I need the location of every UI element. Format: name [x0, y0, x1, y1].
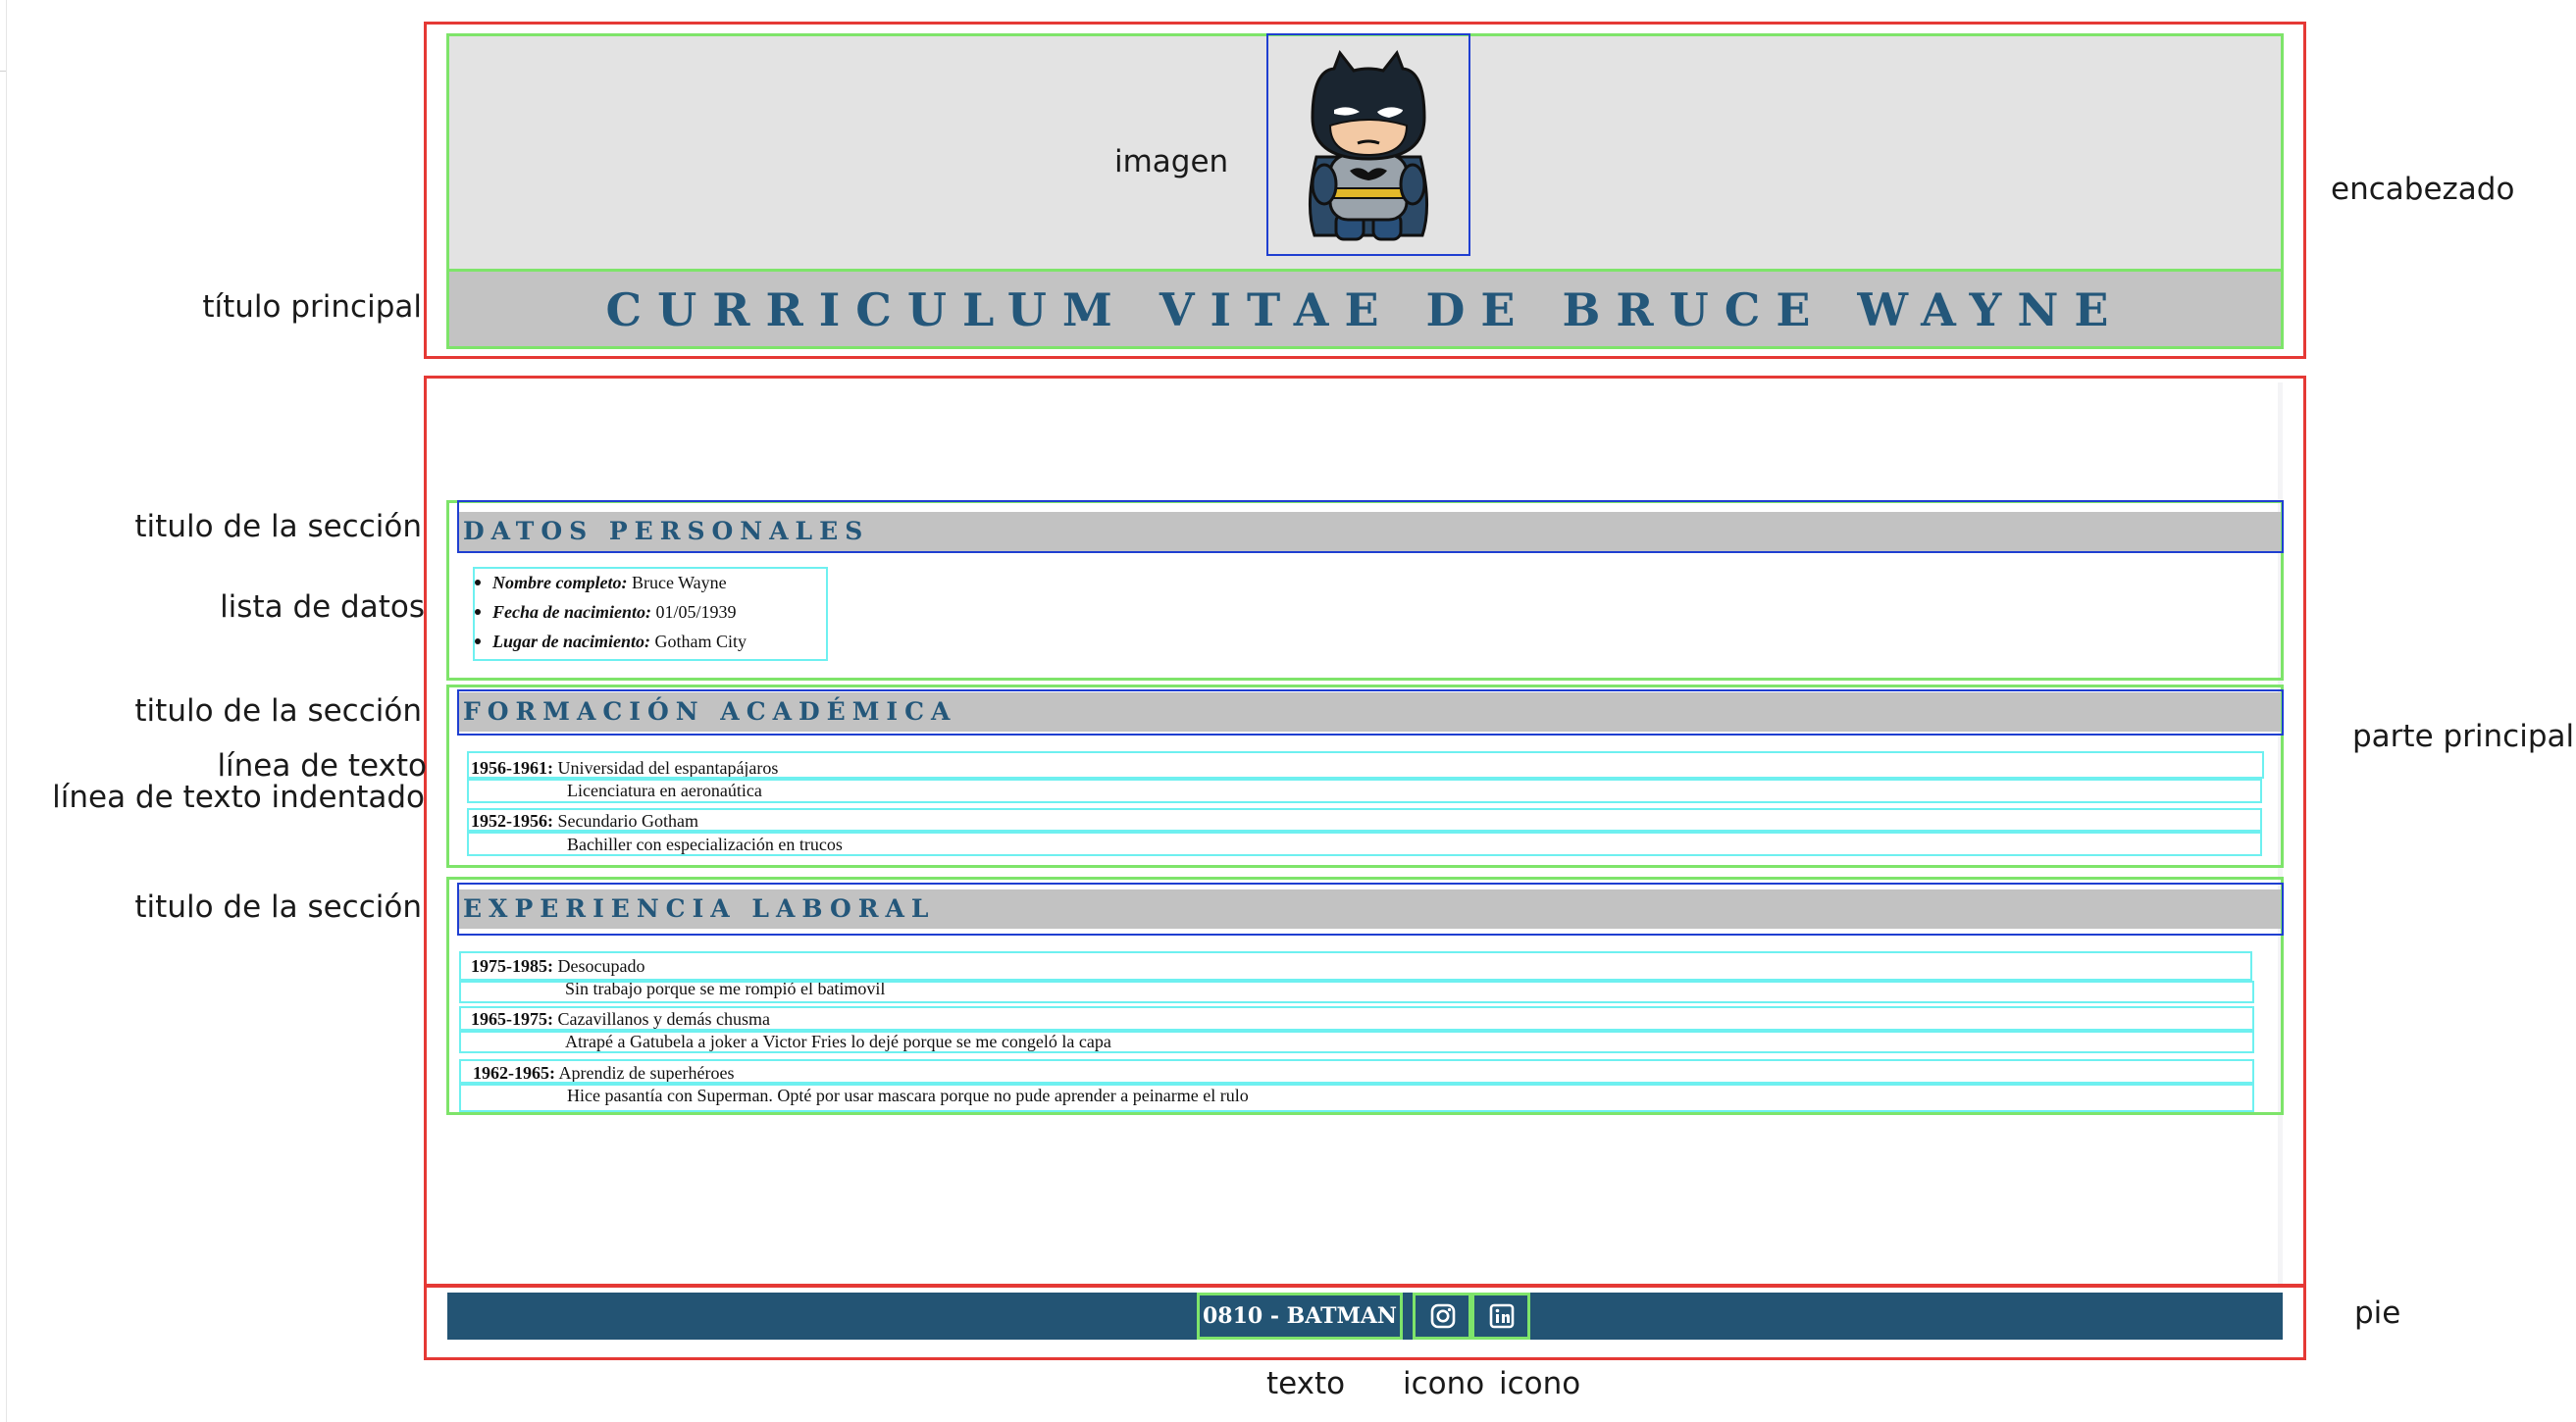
section-title-outline [457, 500, 2284, 553]
label-linea-texto: línea de texto [217, 748, 427, 784]
label-titulo-seccion: titulo de la sección [134, 509, 422, 544]
footer-icon-outline [1413, 1293, 1471, 1340]
label-encabezado: encabezado [2331, 172, 2515, 207]
label-pie: pie [2354, 1295, 2401, 1331]
footer-icon-outline [1471, 1293, 1530, 1340]
text-line-outline [459, 1059, 2254, 1084]
label-titulo-seccion: titulo de la sección [134, 693, 422, 729]
title-section-outline [446, 269, 2284, 349]
image-outline [1266, 33, 1470, 256]
label-parte-principal: parte principal [2352, 719, 2575, 754]
text-line-outline [459, 1006, 2254, 1031]
label-linea-texto-indentado: línea de texto indentado [52, 780, 425, 815]
text-line-outline [467, 751, 2264, 779]
label-imagen: imagen [1114, 144, 1229, 179]
canvas-tick [0, 71, 6, 72]
section-title-outline [457, 883, 2284, 936]
label-lista-datos: lista de datos [220, 589, 425, 625]
indented-line-outline [467, 832, 2262, 856]
text-line-outline [459, 951, 2252, 981]
section-title-outline [457, 689, 2284, 736]
canvas-edge [6, 0, 7, 1422]
label-icono: icono [1403, 1366, 1485, 1401]
label-titulo-principal: título principal [202, 289, 422, 325]
indented-line-outline [459, 1031, 2254, 1053]
footer-text-outline [1197, 1293, 1403, 1340]
label-titulo-seccion: titulo de la sección [134, 889, 422, 925]
text-line-outline [467, 808, 2262, 832]
indented-line-outline [467, 779, 2262, 803]
data-list-outline [473, 567, 828, 661]
indented-line-outline [459, 981, 2254, 1003]
label-icono: icono [1499, 1366, 1581, 1401]
label-texto: texto [1266, 1366, 1346, 1401]
indented-line-outline [459, 1084, 2254, 1112]
